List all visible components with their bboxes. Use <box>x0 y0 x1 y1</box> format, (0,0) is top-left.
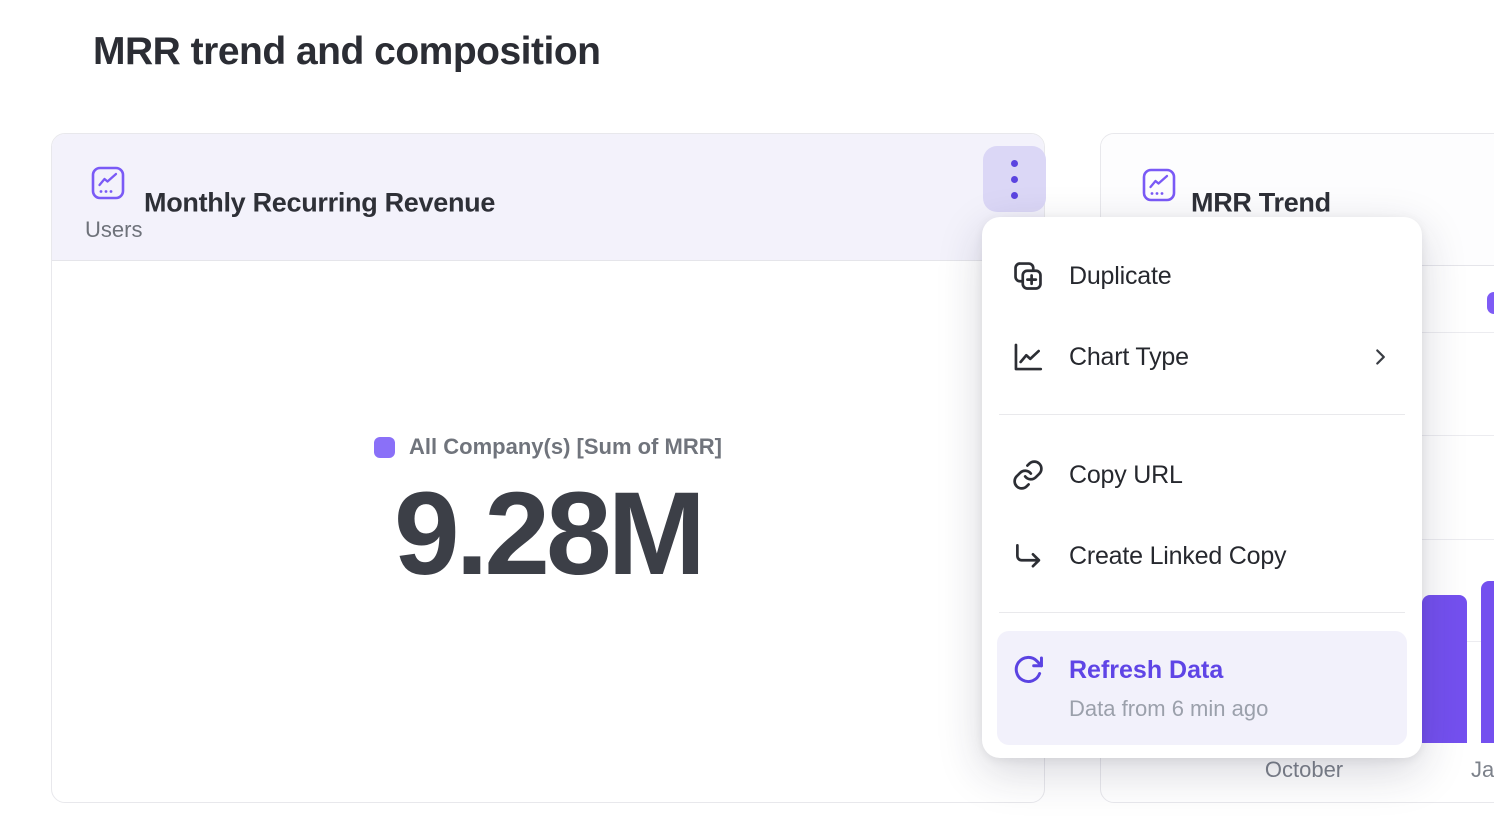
legend-swatch <box>374 437 395 458</box>
mrr-legend: All Company(s) [Sum of MRR] <box>374 434 722 460</box>
mrr-big-number-block: All Company(s) [Sum of MRR] 9.28M <box>52 434 1044 596</box>
mrr-card: Monthly Recurring Revenue Users All Comp… <box>51 133 1045 803</box>
chart-widget-icon <box>90 165 126 201</box>
menu-item-copy-url[interactable]: Copy URL <box>997 452 1407 498</box>
x-axis-label-january: Ja <box>1471 757 1494 783</box>
menu-item-duplicate[interactable]: Duplicate <box>997 253 1407 299</box>
page-title: MRR trend and composition <box>93 30 601 74</box>
menu-item-chart-type[interactable]: Chart Type <box>997 334 1407 380</box>
card-options-button[interactable] <box>983 146 1046 212</box>
card-options-menu: Duplicate Chart Type <box>982 217 1422 758</box>
menu-item-create-linked-copy[interactable]: Create Linked Copy <box>997 533 1407 579</box>
mrr-card-header: Monthly Recurring Revenue Users <box>52 134 1044 261</box>
menu-item-label: Create Linked Copy <box>1069 542 1286 571</box>
chevron-right-icon <box>1367 344 1393 370</box>
bar-january[interactable] <box>1481 581 1494 743</box>
menu-divider <box>999 414 1405 415</box>
x-axis-label-october: October <box>1265 757 1343 783</box>
kebab-dot <box>1011 176 1018 183</box>
legend-label: All Company(s) [Sum of MRR] <box>409 434 722 460</box>
refresh-icon <box>1011 653 1045 687</box>
refresh-data-age: Data from 6 min ago <box>1069 696 1393 722</box>
menu-item-label: Copy URL <box>1069 461 1183 490</box>
trend-card-title: MRR Trend <box>1191 188 1331 219</box>
kebab-dot <box>1011 192 1018 199</box>
dashboard-canvas: MRR trend and composition Monthly Recurr… <box>0 0 1494 816</box>
mrr-card-title: Monthly Recurring Revenue <box>144 188 495 219</box>
trend-legend-swatch <box>1487 292 1494 314</box>
kebab-dot <box>1011 160 1018 167</box>
menu-item-refresh-data[interactable]: Refresh Data Data from 6 min ago <box>997 631 1407 745</box>
menu-item-label: Duplicate <box>1069 262 1171 291</box>
menu-item-label: Chart Type <box>1069 343 1189 372</box>
chart-type-icon <box>1011 340 1045 374</box>
bar-october[interactable] <box>1422 595 1467 743</box>
menu-item-label: Refresh Data <box>1069 656 1223 685</box>
mrr-card-subtitle: Users <box>85 217 142 243</box>
duplicate-icon <box>1011 259 1045 293</box>
linked-copy-icon <box>1011 539 1045 573</box>
mrr-value: 9.28M <box>52 473 1044 597</box>
chart-widget-icon <box>1141 167 1177 203</box>
link-icon <box>1011 458 1045 492</box>
menu-divider <box>999 612 1405 613</box>
